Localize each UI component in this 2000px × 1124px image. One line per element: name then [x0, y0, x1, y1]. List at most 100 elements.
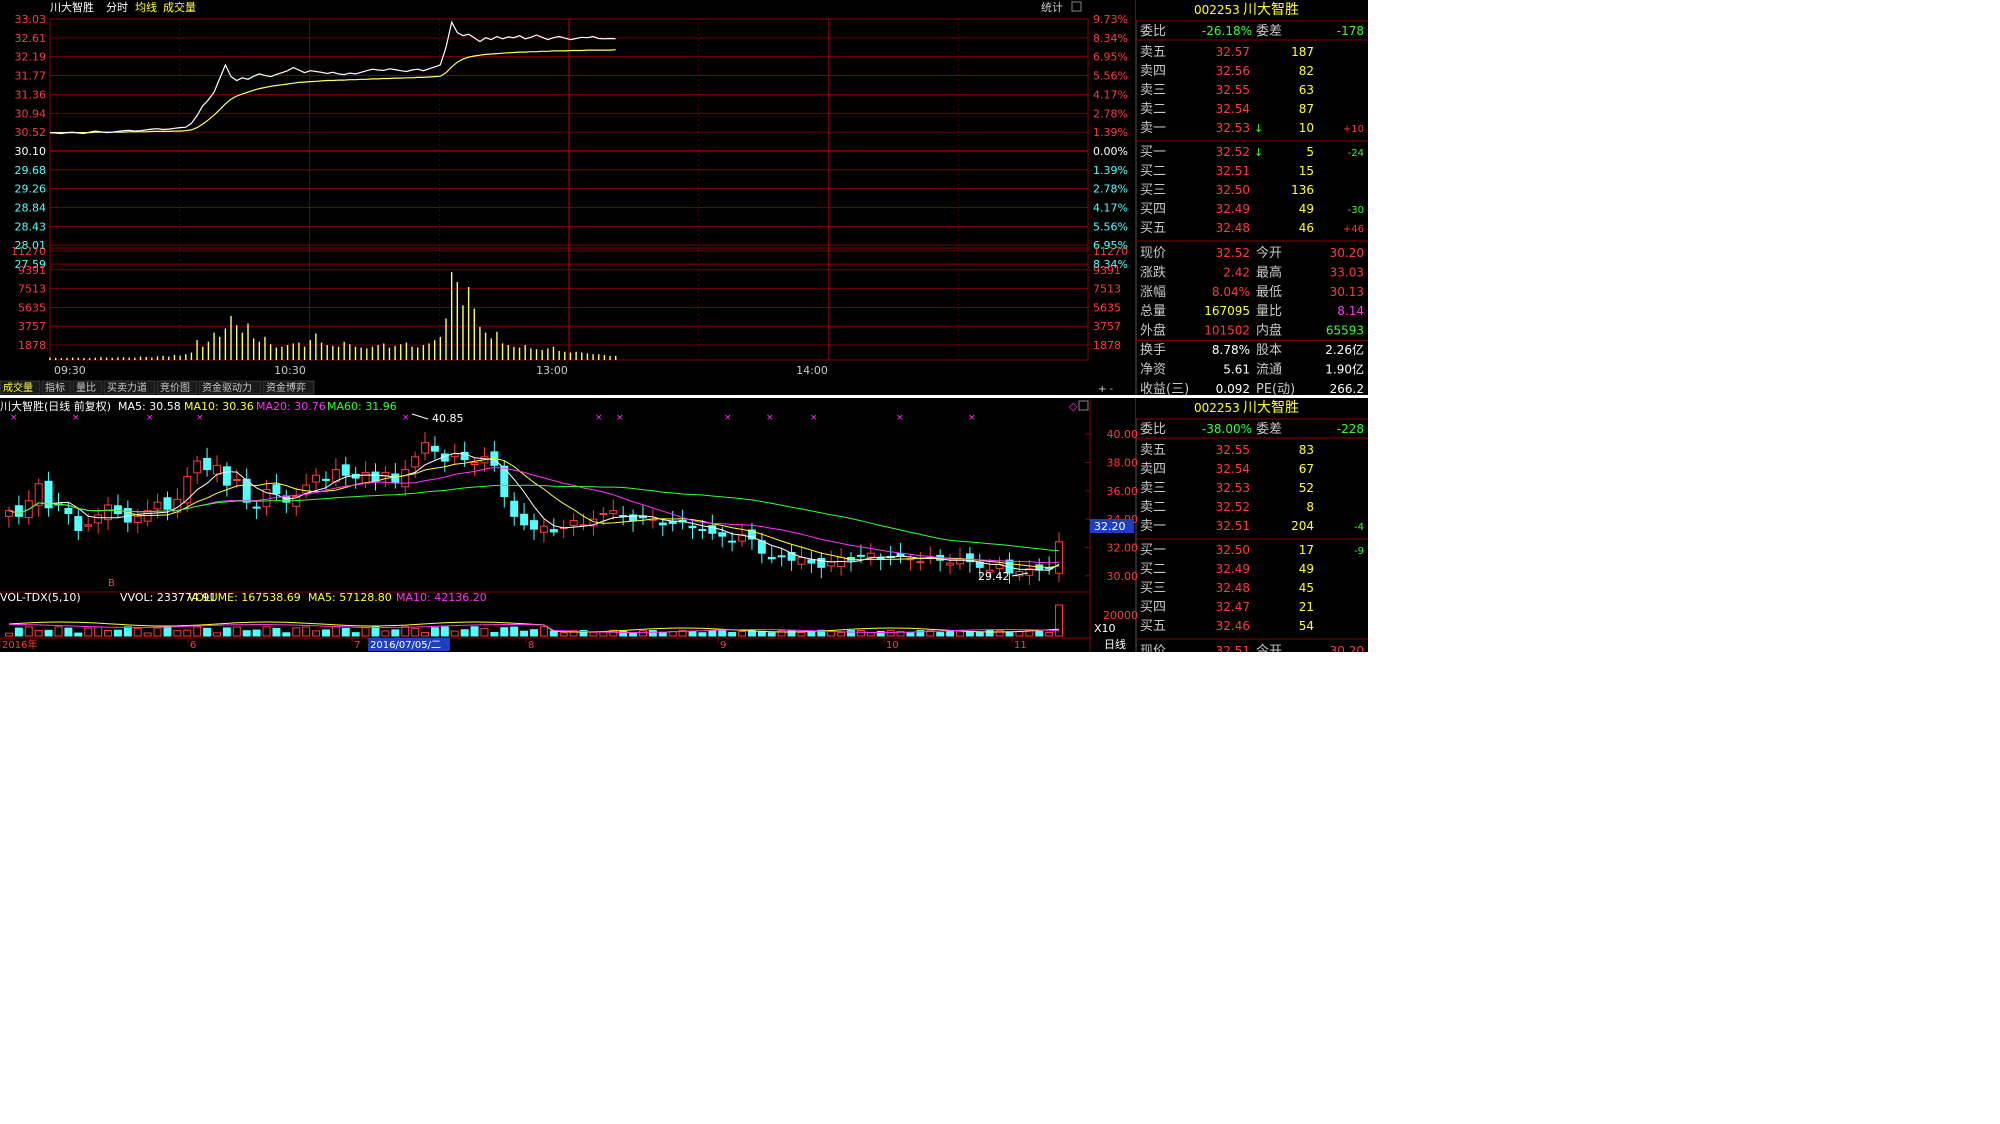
intraday-pct-tick: 6.95% [1093, 51, 1128, 64]
intraday-price-tick: 33.03 [15, 13, 47, 26]
volume-bar [104, 630, 112, 637]
intraday-pct-tick: 4.17% [1093, 202, 1128, 215]
indicator-tab-label[interactable]: 量比 [76, 382, 96, 394]
stat-value: 0.092 [1216, 382, 1250, 396]
stat-value: 101502 [1204, 324, 1250, 338]
date-axis-label: 11 [1014, 640, 1027, 651]
intraday-volume-tick-right: 11270 [1093, 245, 1128, 258]
stat-value: 5.61 [1223, 362, 1250, 376]
stat-label: 总量 [1140, 304, 1166, 319]
intraday-price-tick: 30.94 [15, 107, 47, 120]
volume-bar [728, 631, 737, 637]
intraday-label-volume[interactable]: 成交量 [163, 0, 196, 14]
stat-value: 266.2 [1330, 382, 1364, 396]
ask-level-label: 卖三 [1140, 481, 1166, 496]
bid-price: 32.51 [1216, 164, 1250, 178]
volume-bar [559, 632, 568, 637]
window-toggle-icon[interactable] [1071, 1, 1082, 12]
diamond-icon: ◇ [1069, 400, 1078, 413]
weicha-label: 委差 [1256, 422, 1282, 437]
kline-candle [94, 514, 103, 524]
kline-y-tick: 36.00 [1107, 485, 1139, 498]
high-pointer [411, 413, 429, 420]
kline-candle [520, 513, 529, 526]
stat-value: 30.20 [1330, 246, 1364, 260]
intraday-price-tick: 32.19 [15, 51, 47, 64]
ask-price: 32.51 [1216, 519, 1250, 533]
volume-bar [906, 632, 915, 637]
intraday-price-tick: 30.10 [15, 145, 47, 158]
kline-candle [421, 442, 429, 454]
kline-candle [84, 524, 93, 527]
kline-candle [391, 473, 400, 483]
stat-label: 现价 [1140, 246, 1166, 261]
intraday-volume-tick-right: 9391 [1093, 264, 1121, 277]
ask-price: 32.57 [1216, 45, 1250, 59]
quote-stock-name: 川大智胜 [1243, 2, 1299, 18]
intraday-pct-tick: 2.78% [1093, 107, 1128, 120]
intraday-label-avg[interactable]: 均线 [135, 0, 157, 14]
intraday-pct-tick: 5.56% [1093, 220, 1128, 233]
intraday-price-tick: 32.61 [15, 32, 47, 45]
kline-candle [728, 540, 737, 543]
ask-volume: 52 [1299, 481, 1314, 495]
volume-bar [589, 631, 598, 637]
stat-label: 最低 [1256, 285, 1282, 300]
event-marker-icon: × [968, 413, 976, 423]
quote-stock-name: 川大智胜 [1243, 400, 1299, 416]
stat-value: 8.78% [1212, 343, 1250, 357]
volume-bar [133, 627, 142, 637]
event-marker-icon: × [146, 413, 154, 423]
zoom-controls[interactable]: + - [1098, 384, 1114, 395]
kline-toggle-icon[interactable] [1078, 400, 1089, 411]
intraday-pct-tick: 4.17% [1093, 88, 1128, 101]
volume-bar [837, 632, 846, 637]
kline-candle [193, 460, 202, 474]
ask-level-label: 卖五 [1140, 45, 1166, 60]
bid-volume: 45 [1299, 581, 1314, 595]
ask-volume: 187 [1291, 45, 1314, 59]
kline-candle [718, 532, 727, 537]
volume-unit: X10 [1094, 622, 1116, 635]
stat-value: 167095 [1204, 304, 1250, 318]
stat-label: PE(动) [1256, 382, 1295, 397]
indicator-tab-label[interactable]: 资金博弈 [266, 381, 306, 394]
kline-header-text: MA5: 30.58 [118, 400, 181, 413]
bid-price: 32.49 [1216, 202, 1250, 216]
volume-bar [619, 630, 628, 637]
event-marker-icon: × [810, 413, 818, 423]
stats-button[interactable]: 统计 [1041, 1, 1063, 14]
period-label[interactable]: 日线 [1104, 637, 1126, 651]
terminal-canvas: 33.03 32.61 32.19 31.77 31.36 30.94 30.52 30.10… [0, 0, 1368, 652]
volume-bar [965, 630, 974, 637]
indicator-tab-label[interactable]: 竞价图 [160, 381, 190, 394]
bid-level-label: 买三 [1140, 581, 1166, 596]
intraday-label-fenshi[interactable]: 分时 [106, 1, 128, 14]
volume-bar [44, 629, 53, 637]
volume-bar [183, 629, 192, 637]
ask-price: 32.54 [1216, 102, 1250, 116]
indicator-tab-label[interactable]: 成交量 [3, 381, 33, 394]
volume-header-text: MA5: 57128.80 [308, 591, 392, 604]
weibi-value: -38.00% [1202, 422, 1252, 436]
intraday-volume-tick: 5635 [18, 301, 46, 314]
event-marker-icon: × [724, 413, 732, 423]
volume-bar [331, 626, 340, 637]
date-axis-label: 10 [886, 640, 899, 651]
volume-bar [985, 630, 994, 637]
volume-bar [510, 626, 519, 637]
indicator-tab-label[interactable]: 指标 [45, 381, 65, 394]
volume-bar [797, 631, 806, 637]
kline-candle [302, 484, 311, 494]
kline-candle [549, 529, 558, 533]
volume-bar [24, 626, 33, 637]
indicator-tab-label[interactable]: 买卖力道 [107, 381, 147, 394]
kline-candle [430, 445, 439, 452]
ask-change: +10 [1343, 124, 1364, 135]
indicator-tab-label[interactable]: 资金驱动力 [202, 381, 252, 394]
kline-y-tick: 30.00 [1107, 570, 1139, 583]
volume-bar [500, 627, 509, 637]
ask-volume: 10 [1299, 121, 1314, 135]
volume-bar [708, 630, 717, 637]
kline-candle [361, 471, 370, 484]
